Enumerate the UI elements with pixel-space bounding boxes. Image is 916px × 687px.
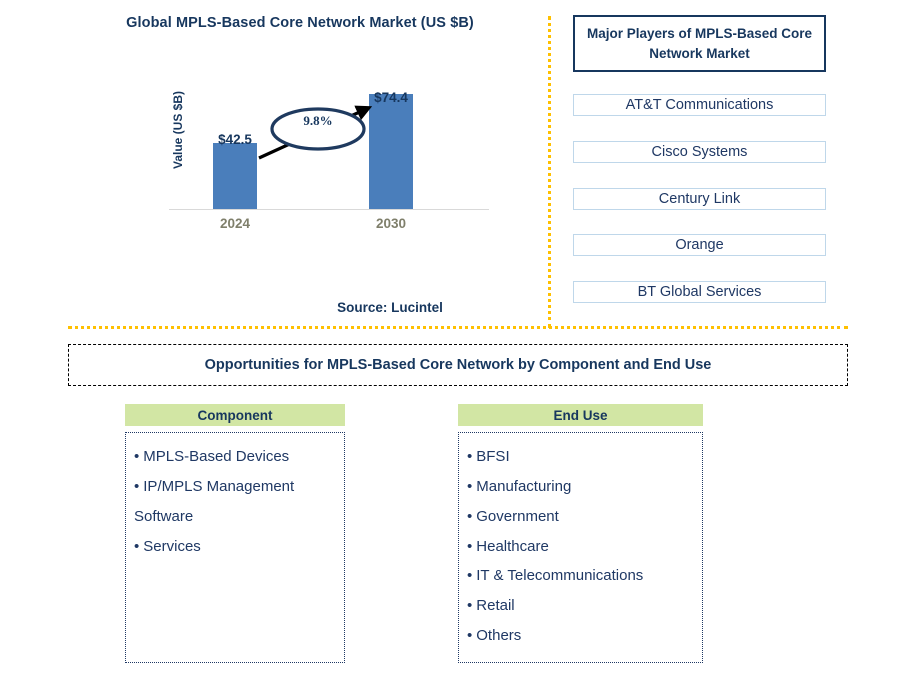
bullet-icon: • bbox=[467, 567, 473, 585]
bullet-icon: • bbox=[467, 537, 473, 555]
list-item-label: Manufacturing bbox=[476, 477, 572, 495]
cagr-annotation-graphic bbox=[258, 105, 373, 160]
list-item: • Government bbox=[467, 502, 696, 532]
list-item-label: MPLS-Based Devices bbox=[143, 448, 290, 465]
list-item-label: IP/MPLS Management Software bbox=[134, 477, 295, 525]
component-column-header: Component bbox=[125, 404, 345, 426]
list-item: • IT & Telecommunications bbox=[467, 561, 696, 591]
list-item: • IP/MPLS Management Software bbox=[134, 472, 338, 532]
bullet-icon: • bbox=[134, 477, 140, 495]
bullet-icon: • bbox=[467, 597, 473, 615]
list-item-label: IT & Telecommunications bbox=[476, 567, 644, 585]
list-item: • MPLS-Based Devices bbox=[134, 442, 338, 472]
opportunities-banner: Opportunities for MPLS-Based Core Networ… bbox=[68, 344, 848, 386]
vertical-divider bbox=[548, 16, 551, 328]
bullet-icon: • bbox=[467, 448, 473, 465]
bullet-icon: • bbox=[467, 477, 473, 495]
player-box-orange[interactable]: Orange bbox=[573, 234, 826, 256]
player-box-cisco[interactable]: Cisco Systems bbox=[573, 141, 826, 163]
infographic-page: Global MPLS-Based Core Network Market (U… bbox=[0, 0, 916, 687]
component-column-body: • MPLS-Based Devices • IP/MPLS Management … bbox=[125, 432, 345, 663]
list-item: • BFSI bbox=[467, 442, 696, 472]
list-item-label: Others bbox=[476, 627, 522, 645]
player-box-att[interactable]: AT&T Communications bbox=[573, 94, 826, 116]
list-item: • Healthcare bbox=[467, 532, 696, 562]
list-item-label: Government bbox=[476, 507, 559, 525]
list-item: • Services bbox=[134, 532, 338, 562]
bullet-icon: • bbox=[467, 627, 473, 645]
list-item-label: Healthcare bbox=[476, 537, 549, 555]
end-use-column-header: End Use bbox=[458, 404, 703, 426]
major-players-header: Major Players of MPLS-Based Core Network… bbox=[573, 15, 826, 72]
player-box-bt-global-services[interactable]: BT Global Services bbox=[573, 281, 826, 303]
list-item-label: BFSI bbox=[476, 448, 510, 465]
end-use-column-body: • BFSI • Manufacturing • Government • Health… bbox=[458, 432, 703, 663]
cagr-value: 9.8% bbox=[303, 113, 333, 128]
bullet-icon: • bbox=[467, 507, 473, 525]
bar-chart: Value (US $B) $42.5 $74.4 2024 2030 9.8% bbox=[155, 85, 495, 240]
player-box-century-link[interactable]: Century Link bbox=[573, 188, 826, 210]
source-label: Source: Lucintel bbox=[337, 300, 443, 315]
list-item: • Others bbox=[467, 621, 696, 651]
list-item: • Manufacturing bbox=[467, 472, 696, 502]
list-item-label: Retail bbox=[476, 597, 515, 615]
horizontal-divider bbox=[68, 326, 848, 329]
list-item-label: Services bbox=[143, 537, 201, 555]
bullet-icon: • bbox=[134, 448, 140, 465]
bullet-icon: • bbox=[134, 537, 140, 555]
chart-title: Global MPLS-Based Core Network Market (U… bbox=[126, 15, 474, 31]
list-item: • Retail bbox=[467, 591, 696, 621]
